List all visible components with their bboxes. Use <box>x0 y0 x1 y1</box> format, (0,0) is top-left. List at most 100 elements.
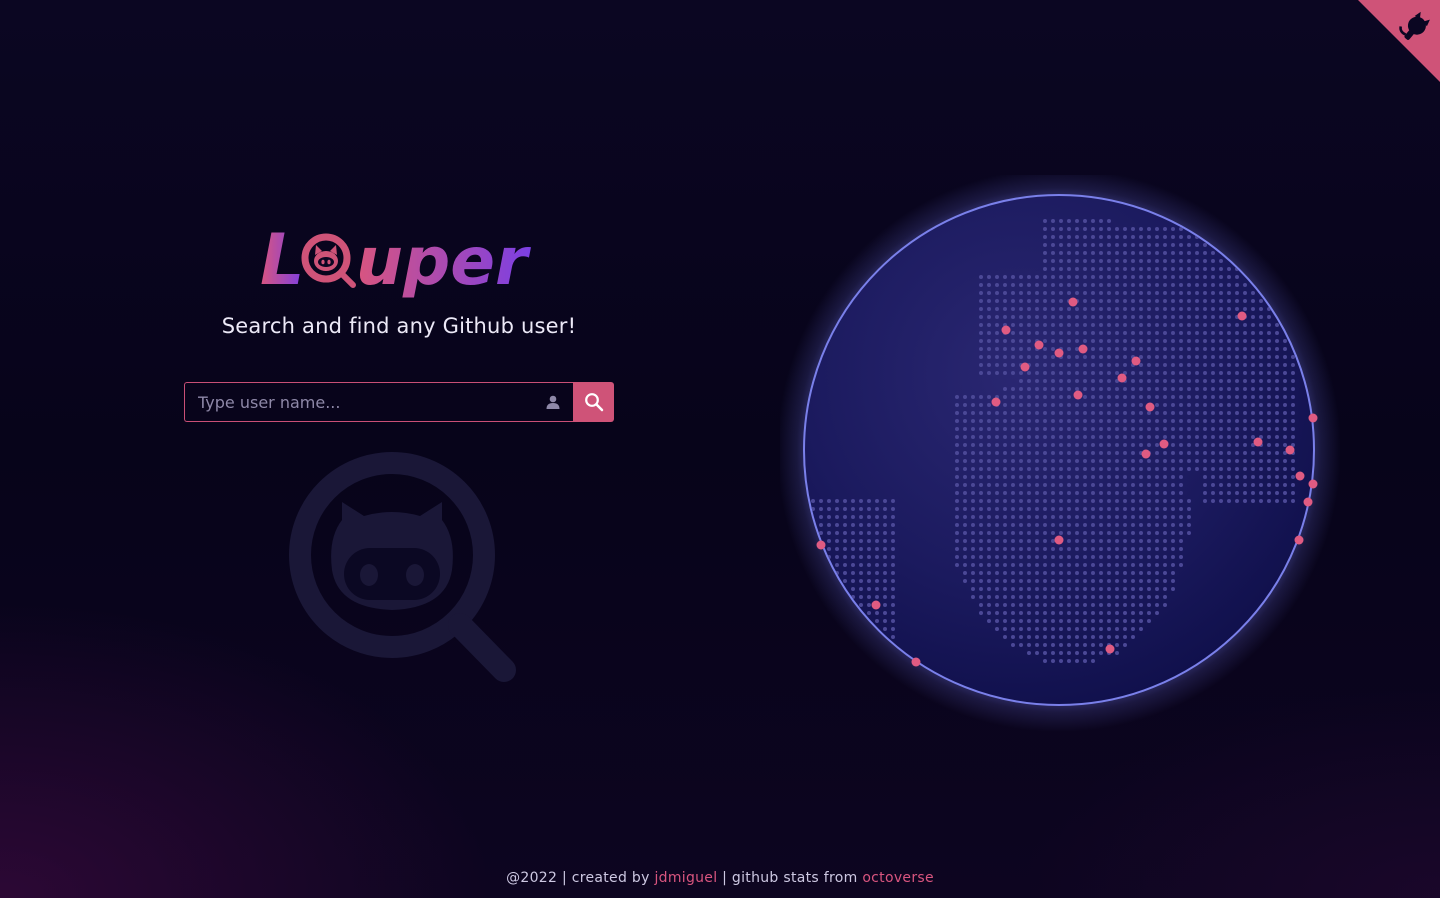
globe-dot <box>1275 339 1279 343</box>
globe-dot <box>1091 427 1095 431</box>
globe-dot <box>1035 563 1039 567</box>
author-link[interactable]: jdmiguel <box>654 870 717 886</box>
globe-dot <box>1131 499 1135 503</box>
globe-dot <box>1235 379 1239 383</box>
globe-dot <box>1043 379 1047 383</box>
globe-dot <box>1115 563 1119 567</box>
globe-dot <box>1187 363 1191 367</box>
globe-dot <box>843 579 847 583</box>
globe-dot <box>1219 371 1223 375</box>
globe-dot <box>1243 491 1247 495</box>
globe-dot <box>1171 427 1175 431</box>
globe-dot <box>1147 467 1151 471</box>
globe-dot <box>963 515 967 519</box>
globe-dot <box>1059 603 1063 607</box>
globe-dot <box>979 347 983 351</box>
globe-dot <box>1035 307 1039 311</box>
globe-dot <box>1027 507 1031 511</box>
github-corner-link[interactable] <box>1358 0 1440 82</box>
globe-dot <box>1163 483 1167 487</box>
globe-dot <box>1107 395 1111 399</box>
globe-dot <box>1163 579 1167 583</box>
globe-dot <box>979 595 983 599</box>
globe-dot <box>1011 483 1015 487</box>
globe-dot <box>1067 563 1071 567</box>
globe-dot <box>1187 275 1191 279</box>
globe-dot <box>1059 459 1063 463</box>
globe-dot <box>1187 315 1191 319</box>
globe-dot <box>1019 451 1023 455</box>
globe-dot <box>1155 491 1159 495</box>
globe-dot <box>1107 243 1111 247</box>
globe-dot <box>1291 395 1295 399</box>
globe-dot <box>875 587 879 591</box>
globe-dot <box>1147 347 1151 351</box>
globe-dot <box>1171 491 1175 495</box>
globe-dot <box>1203 307 1207 311</box>
globe-dot <box>1067 595 1071 599</box>
globe-dot <box>987 275 991 279</box>
globe-dot <box>1147 507 1151 511</box>
globe-dot <box>1043 267 1047 271</box>
globe-dot <box>1139 235 1143 239</box>
globe-dot <box>1011 491 1015 495</box>
globe-dot <box>1283 403 1287 407</box>
globe-dot <box>1027 627 1031 631</box>
globe-dot <box>1203 371 1207 375</box>
globe-dot <box>1131 283 1135 287</box>
globe-dot <box>1163 491 1167 495</box>
globe-dot <box>1275 323 1279 327</box>
globe-dot <box>1171 323 1175 327</box>
globe-dot <box>1163 355 1167 359</box>
globe-dot <box>1283 339 1287 343</box>
globe-dot <box>1203 267 1207 271</box>
globe-dot <box>1211 395 1215 399</box>
globe-dot <box>1019 499 1023 503</box>
globe-dot <box>1227 331 1231 335</box>
globe-dot <box>1219 499 1223 503</box>
globe-dot <box>1203 427 1207 431</box>
globe-dot <box>1115 419 1119 423</box>
globe-dot <box>1131 227 1135 231</box>
globe-dot <box>1267 411 1271 415</box>
globe-dot <box>979 531 983 535</box>
globe-dot <box>875 531 879 535</box>
globe-dot <box>1115 603 1119 607</box>
search-input[interactable] <box>185 383 533 421</box>
globe-dot <box>1123 475 1127 479</box>
globe-dot <box>1283 347 1287 351</box>
globe-dot <box>1131 523 1135 527</box>
globe-dot <box>1083 411 1087 415</box>
globe-dot <box>1059 627 1063 631</box>
globe-dot <box>1291 411 1295 415</box>
globe-dot <box>987 595 991 599</box>
globe-dot <box>1235 459 1239 463</box>
globe-dot <box>1203 347 1207 351</box>
user-location-marker <box>871 600 881 610</box>
octoverse-link[interactable]: octoverse <box>862 870 934 886</box>
globe-dot <box>1115 579 1119 583</box>
globe-dot <box>1123 523 1127 527</box>
globe-dot <box>995 499 999 503</box>
globe-dot <box>1267 483 1271 487</box>
globe-dot <box>1227 283 1231 287</box>
globe-dot <box>1059 387 1063 391</box>
globe-dot <box>1091 355 1095 359</box>
globe-dot <box>1211 491 1215 495</box>
globe-dot <box>1155 603 1159 607</box>
globe-dot <box>1019 539 1023 543</box>
globe-dot <box>987 483 991 487</box>
globe-dot <box>1147 331 1151 335</box>
globe-dot <box>1059 611 1063 615</box>
globe-dot <box>1059 531 1063 535</box>
globe-dot <box>1059 339 1063 343</box>
globe-dot <box>1003 611 1007 615</box>
globe-dot <box>1267 467 1271 471</box>
globe-dot <box>1139 603 1143 607</box>
globe-dot <box>1003 571 1007 575</box>
globe-dot <box>1131 459 1135 463</box>
globe-dot <box>1123 563 1127 567</box>
search-button[interactable] <box>573 382 614 422</box>
globe-dot <box>1195 299 1199 303</box>
globe-dot <box>1043 411 1047 415</box>
